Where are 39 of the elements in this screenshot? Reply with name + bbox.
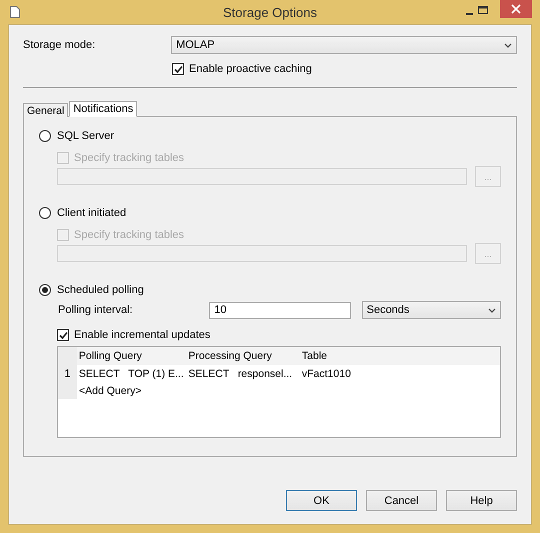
column-header: Polling Query (76, 347, 186, 365)
maximize-icon[interactable] (478, 6, 488, 14)
radio-label: Client initiated (57, 207, 126, 219)
checkbox[interactable] (57, 329, 69, 341)
window-title: Storage Options (222, 4, 318, 20)
radio-button[interactable] (39, 130, 51, 142)
row-header (58, 347, 77, 365)
polling-interval-label: Polling interval: (58, 304, 134, 316)
storage-mode-label: Storage mode: (23, 39, 96, 51)
checkbox-label: Specify tracking tables (74, 152, 184, 164)
dialog-button[interactable]: Cancel (366, 490, 437, 511)
minimize-icon[interactable] (466, 13, 476, 15)
radio-button[interactable] (39, 284, 51, 296)
row-number: 1 (58, 365, 77, 382)
checkbox-label: Enable proactive caching (189, 63, 312, 75)
row-header (58, 382, 77, 399)
column-header: Table (300, 347, 500, 365)
close-icon[interactable] (500, 0, 532, 18)
dialog-button[interactable]: OK (286, 490, 357, 511)
interval-unit-dropdown[interactable]: Seconds (362, 301, 501, 319)
checkbox[interactable] (172, 63, 184, 75)
caret-icon (504, 42, 512, 48)
checkbox-label: Specify tracking tables (74, 229, 184, 241)
checkmark-icon (58, 330, 68, 340)
radio-label: SQL Server (57, 130, 114, 142)
tracking-tables-field[interactable] (57, 168, 468, 185)
dialog-button[interactable]: Help (446, 490, 517, 511)
radio-label: Scheduled polling (57, 284, 144, 296)
tab[interactable]: General (23, 103, 68, 117)
caret-icon (488, 308, 496, 312)
storage-mode-dropdown[interactable]: MOLAP (171, 36, 517, 54)
polling-interval-field[interactable]: 10 (209, 302, 351, 318)
checkbox-label: Enable incremental updates (74, 329, 210, 341)
tracking-tables-field[interactable] (57, 245, 468, 262)
tab[interactable]: Notifications (69, 101, 138, 117)
document-icon (10, 6, 20, 18)
radio-button[interactable] (39, 207, 51, 219)
checkmark-icon (174, 64, 182, 74)
column-header: Processing Query (186, 347, 300, 365)
